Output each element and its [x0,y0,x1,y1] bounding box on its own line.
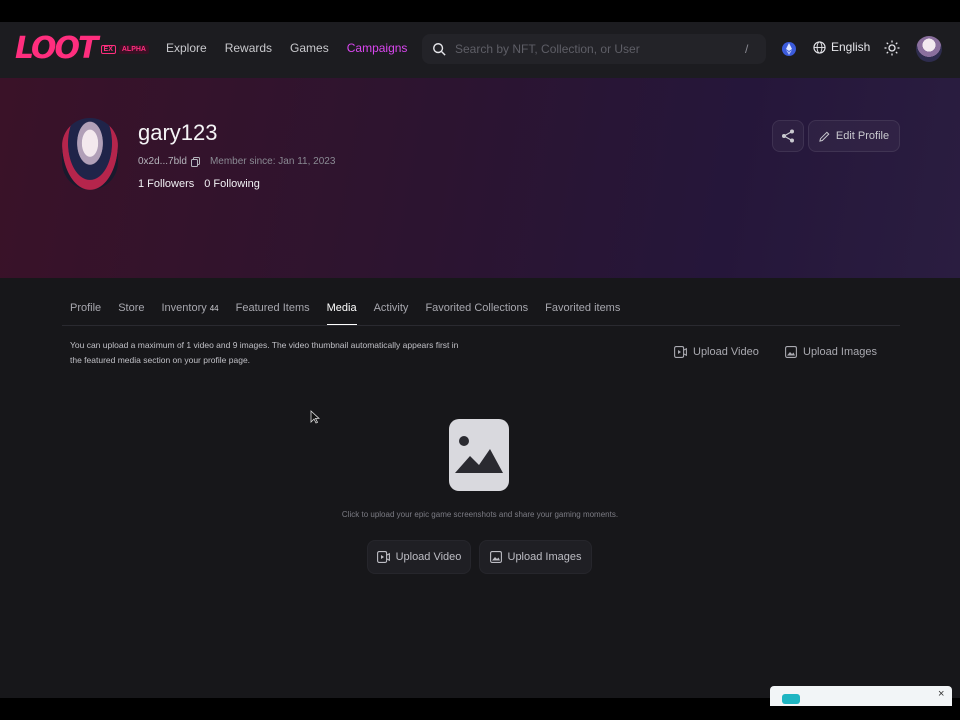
screen-frame: LOOT EX ALPHA Explore Rewards Games Camp… [0,0,960,720]
tab-inventory[interactable]: Inventory 44 [161,302,218,326]
image-upload-icon [489,551,502,563]
profile-banner: gary123 0x2d...7bld Member since: Jan 11… [0,78,960,278]
image-upload-icon [785,346,797,358]
mouse-cursor-icon [310,410,320,424]
search-input[interactable] [455,42,745,56]
upload-video-button-top[interactable]: Upload Video [674,346,759,358]
app-window: LOOT EX ALPHA Explore Rewards Games Camp… [0,22,960,698]
profile-avatar [62,118,118,190]
alpha-badge: ALPHA [118,44,149,54]
profile-username: gary123 [138,120,218,145]
wallet-address: 0x2d...7bld [138,156,187,167]
follow-stats: 1 Followers 0 Following [138,178,270,190]
search-bar[interactable]: / [422,34,766,64]
logo[interactable]: LOOT EX ALPHA [15,34,149,64]
top-nav: LOOT EX ALPHA Explore Rewards Games Camp… [0,22,960,78]
globe-icon [813,40,826,54]
tab-profile[interactable]: Profile [70,302,101,326]
search-shortcut-hint: / [745,42,749,56]
nav-link-explore[interactable]: Explore [166,41,207,55]
following-count[interactable]: 0 Following [204,178,260,190]
upload-video-label: Upload Video [395,551,462,563]
search-icon [433,43,446,56]
empty-state-message: Click to upload your epic game screensho… [341,510,619,519]
profile-tabs: Profile Store Inventory 44 Featured Items… [70,302,637,326]
tab-activity[interactable]: Activity [374,302,409,326]
tab-store[interactable]: Store [118,302,144,326]
share-icon [782,129,794,143]
image-placeholder-icon[interactable] [449,419,509,491]
image-placeholder-glyph [455,436,503,473]
language-selector[interactable]: English [813,40,870,54]
nav-links: Explore Rewards Games Campaigns [166,41,425,55]
theme-toggle-sun-icon[interactable] [884,40,900,56]
tab-favorited-items[interactable]: Favorited items [545,302,620,326]
tab-media[interactable]: Media [326,302,357,326]
upload-images-button-top[interactable]: Upload Images [785,346,877,358]
upload-video-button[interactable]: Upload Video [367,540,471,574]
wallet-address-row: 0x2d...7bld Member since: Jan 11, 2023 [138,156,335,167]
nav-link-campaigns[interactable]: Campaigns [347,41,408,55]
upload-images-label-top: Upload Images [803,346,877,358]
followers-count[interactable]: 1 Followers [138,178,194,190]
media-upload-note: You can upload a maximum of 1 video and … [70,340,459,365]
ex-badge: EX [100,44,116,54]
tabs-divider [62,325,900,326]
edit-profile-label: Edit Profile [835,130,890,142]
edit-profile-button[interactable]: Edit Profile [808,120,900,152]
ethereum-network-icon[interactable] [782,40,796,58]
toast-indicator [782,694,800,704]
upload-images-label: Upload Images [507,551,582,563]
video-upload-icon [674,346,687,358]
pencil-icon [819,131,830,142]
tab-inventory-label: Inventory [161,302,207,314]
upload-images-button[interactable]: Upload Images [479,540,592,574]
tab-featured-items[interactable]: Featured Items [236,302,310,326]
member-since: Member since: Jan 11, 2023 [209,156,336,167]
language-label: English [831,40,871,54]
share-button[interactable] [772,120,804,152]
inventory-count: 44 [209,304,219,313]
copy-icon[interactable] [190,156,200,167]
tab-favorited-collections[interactable]: Favorited Collections [425,302,528,326]
toast-close-icon[interactable]: × [938,688,944,700]
upload-video-label-top: Upload Video [693,346,759,358]
video-upload-icon [376,551,390,563]
logo-wordmark: LOOT [15,31,99,66]
user-avatar-menu[interactable] [916,36,942,62]
nav-link-games[interactable]: Games [290,41,329,55]
nav-link-rewards[interactable]: Rewards [225,41,272,55]
notification-toast[interactable]: × [770,686,952,706]
